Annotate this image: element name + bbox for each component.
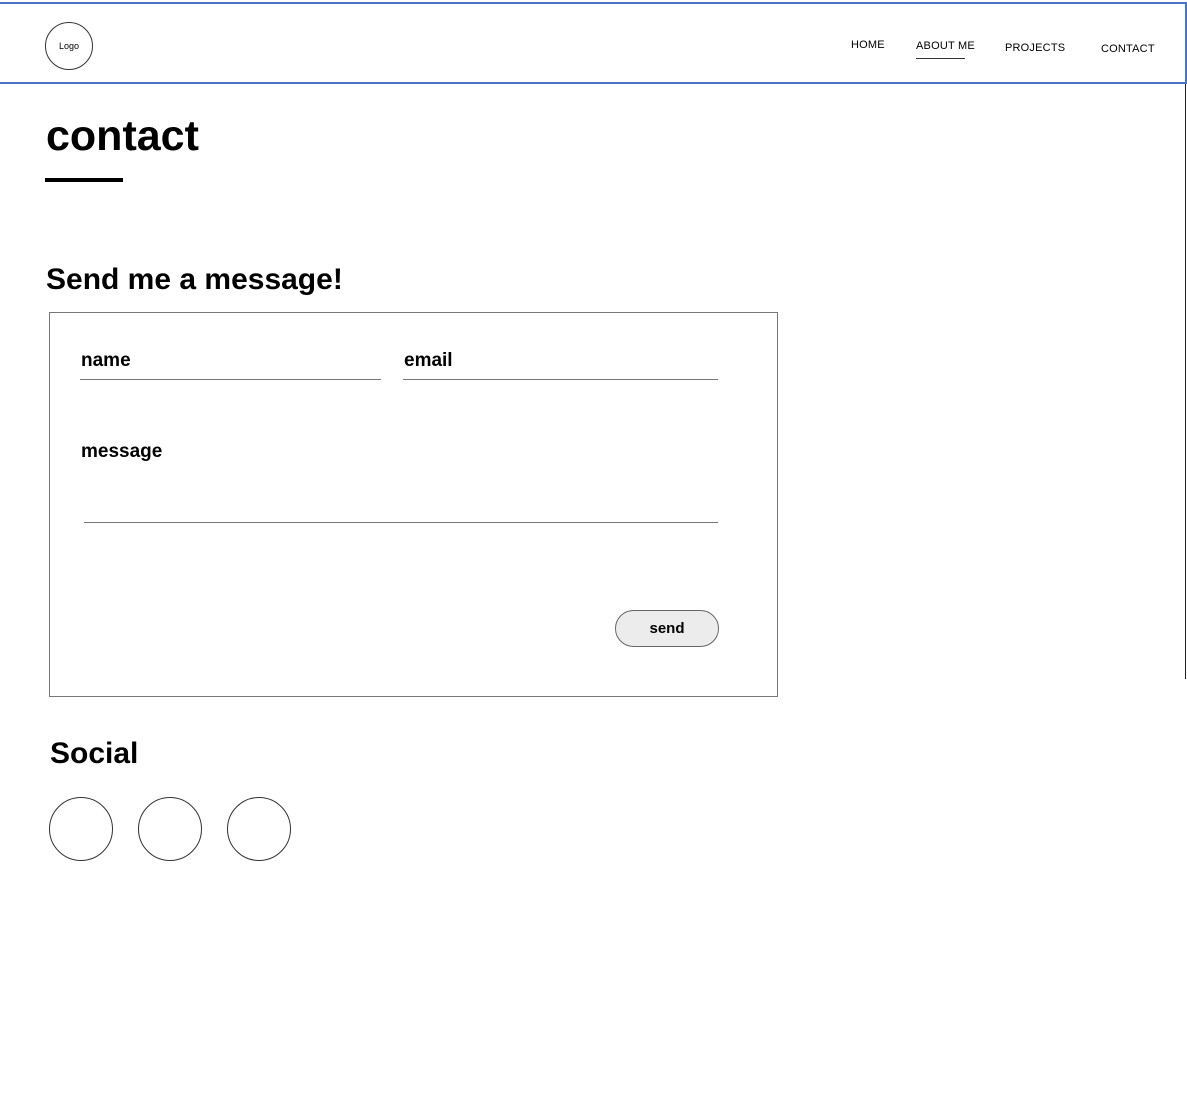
title-underline <box>45 178 123 182</box>
site-header: Logo HOME ABOUT ME PROJECTS CONTACT <box>0 2 1187 84</box>
email-field[interactable] <box>403 379 718 380</box>
nav-about-link[interactable]: ABOUT ME <box>916 40 975 52</box>
nav-projects-link[interactable]: PROJECTS <box>1005 42 1065 54</box>
nav-contact-link[interactable]: CONTACT <box>1101 43 1155 55</box>
logo[interactable]: Logo <box>45 22 93 70</box>
contact-form: name email message send <box>49 312 778 697</box>
message-field[interactable] <box>84 522 718 523</box>
page-title: contact <box>46 112 199 160</box>
email-field-label: email <box>404 350 453 371</box>
message-field-label: message <box>81 441 163 462</box>
page-edge-divider <box>1185 84 1186 679</box>
form-heading: Send me a message! <box>46 263 343 296</box>
social-icon-3[interactable] <box>227 797 291 861</box>
page: Logo HOME ABOUT ME PROJECTS CONTACT cont… <box>0 0 1187 1102</box>
name-field-label: name <box>81 350 131 371</box>
social-icon-1[interactable] <box>49 797 113 861</box>
social-icon-2[interactable] <box>138 797 202 861</box>
name-field[interactable] <box>80 379 381 380</box>
social-heading: Social <box>50 737 139 770</box>
nav-active-underline <box>916 58 965 59</box>
nav-home-link[interactable]: HOME <box>851 39 885 51</box>
send-button[interactable]: send <box>615 610 719 647</box>
